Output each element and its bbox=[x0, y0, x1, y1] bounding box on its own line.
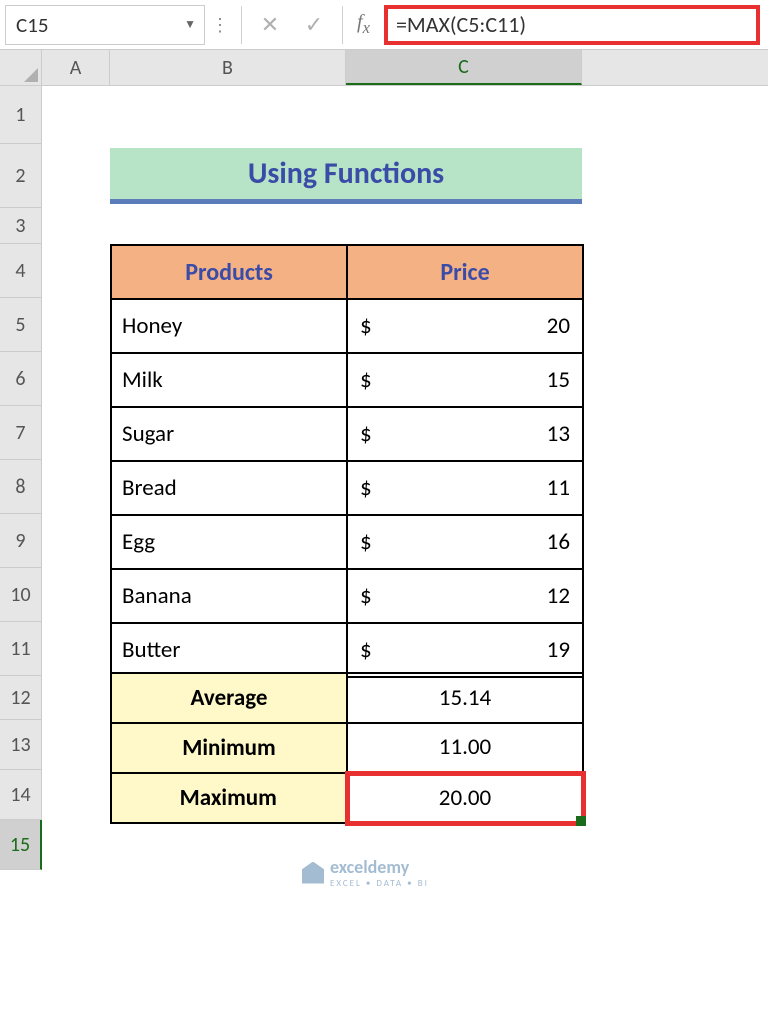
row-header-1[interactable]: 1 bbox=[0, 86, 42, 144]
stat-value-average[interactable]: 15.14 bbox=[347, 673, 583, 723]
row-header-11[interactable]: 11 bbox=[0, 622, 42, 676]
logo-icon bbox=[302, 862, 324, 884]
price-value: 12 bbox=[547, 582, 570, 610]
row-header-8[interactable]: 8 bbox=[0, 460, 42, 514]
table-row: Sugar $13 bbox=[111, 407, 583, 461]
name-box[interactable]: C15 ▼ bbox=[5, 5, 205, 45]
price-value: 16 bbox=[547, 528, 570, 556]
product-cell[interactable]: Banana bbox=[111, 569, 347, 623]
chevron-down-icon[interactable]: ▼ bbox=[184, 17, 196, 32]
currency-symbol: $ bbox=[360, 312, 372, 340]
product-cell[interactable]: Bread bbox=[111, 461, 347, 515]
row-header-5[interactable]: 5 bbox=[0, 298, 42, 352]
row-header-14[interactable]: 14 bbox=[0, 770, 42, 820]
table-row: Bread $11 bbox=[111, 461, 583, 515]
grid-area[interactable]: Using Functions Products Price Honey $20… bbox=[42, 86, 768, 870]
watermark-text: exceldemy EXCEL • DATA • BI bbox=[330, 856, 429, 889]
row-header-2[interactable]: 2 bbox=[0, 144, 42, 208]
price-cell[interactable]: $12 bbox=[347, 569, 583, 623]
products-table: Products Price Honey $20 Milk $15 Sugar … bbox=[110, 244, 584, 678]
fill-handle[interactable] bbox=[576, 816, 586, 826]
table-header-row: Products Price bbox=[111, 245, 583, 299]
table-row: Butter $19 bbox=[111, 623, 583, 677]
currency-symbol: $ bbox=[360, 420, 372, 448]
name-box-value: C15 bbox=[16, 12, 48, 38]
watermark-tagline: EXCEL • DATA • BI bbox=[330, 878, 429, 889]
row-header-12[interactable]: 12 bbox=[0, 676, 42, 720]
col-header-C[interactable]: C bbox=[346, 50, 582, 85]
table-row: Banana $12 bbox=[111, 569, 583, 623]
column-headers: A B C bbox=[0, 50, 768, 86]
price-cell[interactable]: $16 bbox=[347, 515, 583, 569]
formula-bar: C15 ▼ ⋮ ✕ ✓ fx =MAX(C5:C11) bbox=[0, 0, 768, 50]
price-cell[interactable]: $20 bbox=[347, 299, 583, 353]
row-header-3[interactable]: 3 bbox=[0, 208, 42, 244]
row-header-13[interactable]: 13 bbox=[0, 720, 42, 770]
price-cell[interactable]: $11 bbox=[347, 461, 583, 515]
divider bbox=[241, 6, 242, 44]
price-value: 20 bbox=[547, 312, 570, 340]
watermark: exceldemy EXCEL • DATA • BI bbox=[302, 856, 429, 889]
row-header-9[interactable]: 9 bbox=[0, 514, 42, 568]
price-cell[interactable]: $19 bbox=[347, 623, 583, 677]
page-title[interactable]: Using Functions bbox=[110, 148, 582, 204]
dots-icon: ⋮ bbox=[205, 14, 235, 36]
currency-symbol: $ bbox=[360, 636, 372, 664]
table-row: Average 15.14 bbox=[111, 673, 583, 723]
product-cell[interactable]: Egg bbox=[111, 515, 347, 569]
price-value: 11 bbox=[547, 474, 570, 502]
product-cell[interactable]: Sugar bbox=[111, 407, 347, 461]
formula-input[interactable]: =MAX(C5:C11) bbox=[384, 5, 760, 45]
currency-symbol: $ bbox=[360, 528, 372, 556]
row-header-4[interactable]: 4 bbox=[0, 244, 42, 298]
price-value: 19 bbox=[547, 636, 570, 664]
stat-label-minimum[interactable]: Minimum bbox=[111, 723, 347, 773]
currency-symbol: $ bbox=[360, 366, 372, 394]
table-row: Minimum 11.00 bbox=[111, 723, 583, 773]
divider bbox=[342, 6, 343, 44]
price-cell[interactable]: $13 bbox=[347, 407, 583, 461]
fx-icon[interactable]: fx bbox=[349, 11, 384, 38]
table-row: Egg $16 bbox=[111, 515, 583, 569]
stats-table: Average 15.14 Minimum 11.00 Maximum 20.0… bbox=[110, 672, 586, 826]
select-all-button[interactable] bbox=[0, 50, 42, 85]
stat-label-average[interactable]: Average bbox=[111, 673, 347, 723]
product-cell[interactable]: Honey bbox=[111, 299, 347, 353]
product-cell[interactable]: Milk bbox=[111, 353, 347, 407]
header-products[interactable]: Products bbox=[111, 245, 347, 299]
cancel-button[interactable]: ✕ bbox=[248, 5, 292, 45]
row-header-10[interactable]: 10 bbox=[0, 568, 42, 622]
table-row: Milk $15 bbox=[111, 353, 583, 407]
product-cell[interactable]: Butter bbox=[111, 623, 347, 677]
price-cell[interactable]: $15 bbox=[347, 353, 583, 407]
watermark-brand: exceldemy bbox=[330, 856, 429, 878]
row-header-7[interactable]: 7 bbox=[0, 406, 42, 460]
maximum-value: 20.00 bbox=[439, 784, 491, 812]
currency-symbol: $ bbox=[360, 582, 372, 610]
enter-button[interactable]: ✓ bbox=[292, 5, 336, 45]
stat-label-maximum[interactable]: Maximum bbox=[111, 773, 347, 823]
stat-value-minimum[interactable]: 11.00 bbox=[347, 723, 583, 773]
row-header-6[interactable]: 6 bbox=[0, 352, 42, 406]
price-value: 13 bbox=[547, 420, 570, 448]
row-header-15[interactable]: 15 bbox=[0, 820, 42, 870]
price-value: 15 bbox=[547, 366, 570, 394]
header-price[interactable]: Price bbox=[347, 245, 583, 299]
col-header-B[interactable]: B bbox=[110, 50, 346, 85]
row-headers: 1 2 3 4 5 6 7 8 9 10 11 12 13 14 15 bbox=[0, 86, 42, 870]
formula-text: =MAX(C5:C11) bbox=[396, 11, 526, 38]
currency-symbol: $ bbox=[360, 474, 372, 502]
col-header-A[interactable]: A bbox=[42, 50, 110, 85]
stat-value-maximum[interactable]: 20.00 bbox=[347, 773, 583, 823]
table-row: Honey $20 bbox=[111, 299, 583, 353]
worksheet: 1 2 3 4 5 6 7 8 9 10 11 12 13 14 15 Usin… bbox=[0, 86, 768, 870]
table-row: Maximum 20.00 bbox=[111, 773, 583, 823]
